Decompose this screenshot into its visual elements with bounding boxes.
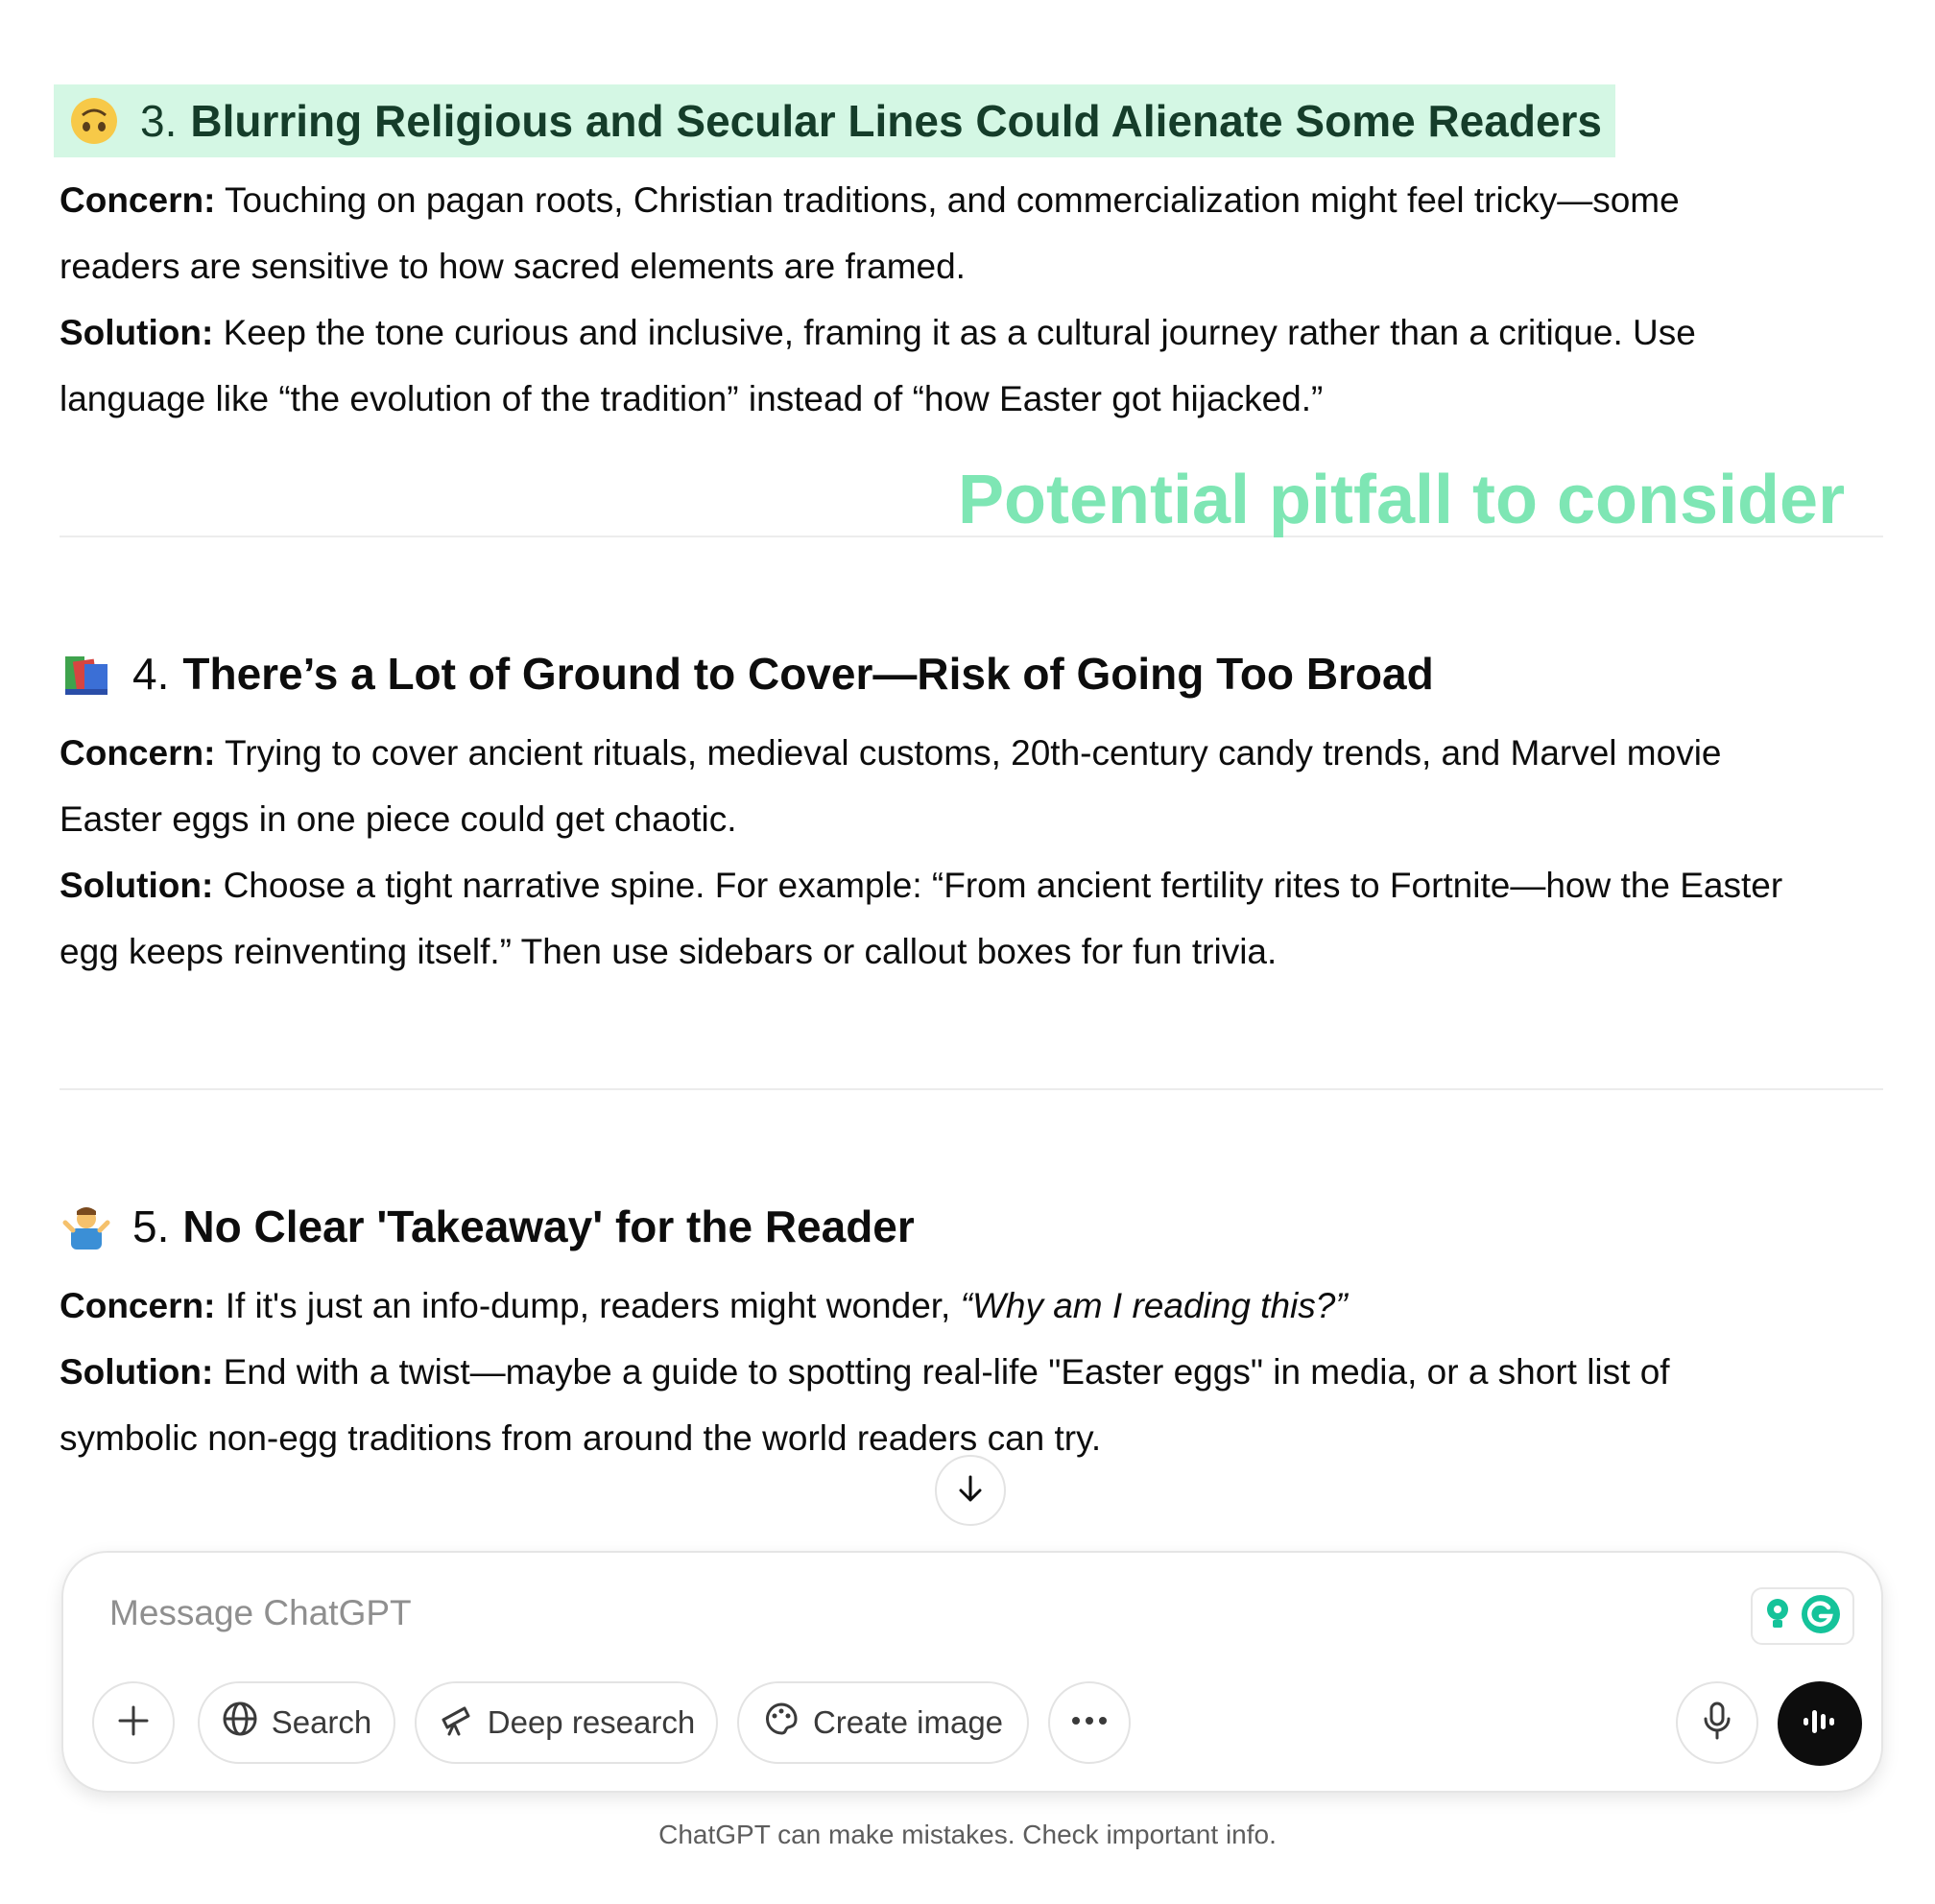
solution-paragraph: Solution: Keep the tone curious and incl… xyxy=(60,299,1883,432)
concern-label: Concern: xyxy=(60,733,216,773)
books-icon xyxy=(60,647,113,701)
section-number: 5. xyxy=(132,1202,170,1251)
voice-mode-button[interactable] xyxy=(1778,1681,1862,1766)
arrow-down-icon xyxy=(954,1472,987,1510)
upside-down-face-icon xyxy=(67,94,121,148)
concern-paragraph: Concern: Trying to cover ancient rituals… xyxy=(60,720,1883,852)
lightbulb-icon xyxy=(1763,1597,1792,1636)
concern-text: Touching on pagan roots, Christian tradi… xyxy=(225,180,1680,220)
search-label: Search xyxy=(271,1704,372,1740)
concern-text: If it's just an info-dump, readers might… xyxy=(225,1286,951,1325)
deep-research-label: Deep research xyxy=(487,1704,696,1740)
add-attachment-button[interactable] xyxy=(92,1681,175,1764)
person-shrugging-icon xyxy=(60,1200,113,1253)
concern-quote: “Why am I reading this?” xyxy=(960,1286,1348,1325)
globe-icon xyxy=(222,1701,258,1745)
section-3: 3. Blurring Religious and Secular Lines … xyxy=(54,84,1883,432)
concern-label: Concern: xyxy=(60,180,216,220)
deep-research-button[interactable]: Deep research xyxy=(415,1681,718,1764)
concern-label: Concern: xyxy=(60,1286,216,1325)
more-tools-button[interactable] xyxy=(1048,1681,1131,1764)
section-5-heading: 5. No Clear 'Takeaway' for the Reader xyxy=(60,1190,1883,1263)
section-5: 5. No Clear 'Takeaway' for the Reader Co… xyxy=(60,1190,1883,1471)
microphone-icon xyxy=(1701,1701,1733,1746)
concern-text: Trying to cover ancient rituals, medieva… xyxy=(225,733,1722,773)
section-title: Blurring Religious and Secular Lines Cou… xyxy=(190,96,1603,146)
concern-paragraph: Concern: If it's just an info-dump, read… xyxy=(60,1273,1883,1339)
annotation-label: Potential pitfall to consider xyxy=(958,462,1846,538)
disclaimer-text: ChatGPT can make mistakes. Check importa… xyxy=(658,1820,1277,1849)
voice-mode-icon xyxy=(1801,1704,1839,1744)
dictate-button[interactable] xyxy=(1676,1681,1758,1764)
solution-label: Solution: xyxy=(60,313,214,352)
solution-text-cont: egg keeps reinventing itself.” Then use … xyxy=(60,932,1278,971)
plus-icon xyxy=(116,1703,151,1743)
section-title: There’s a Lot of Ground to Cover—Risk of… xyxy=(182,649,1434,699)
palette-icon xyxy=(763,1701,800,1745)
ellipsis-icon xyxy=(1070,1714,1109,1731)
section-number: 4. xyxy=(132,649,170,699)
grammarly-widget[interactable] xyxy=(1751,1587,1854,1645)
concern-text-cont: readers are sensitive to how sacred elem… xyxy=(60,247,966,286)
concern-text-cont: Easter eggs in one piece could get chaot… xyxy=(60,799,737,839)
section-4: 4. There’s a Lot of Ground to Cover—Risk… xyxy=(60,637,1883,985)
solution-paragraph: Solution: End with a twist—maybe a guide… xyxy=(60,1339,1883,1471)
search-button[interactable]: Search xyxy=(198,1681,395,1764)
create-image-label: Create image xyxy=(812,1704,1004,1740)
section-3-heading: 3. Blurring Religious and Secular Lines … xyxy=(54,84,1616,157)
solution-text-cont: language like “the evolution of the trad… xyxy=(60,379,1324,418)
solution-label: Solution: xyxy=(60,1352,214,1392)
section-divider xyxy=(60,1088,1883,1090)
section-number: 3. xyxy=(140,96,178,146)
create-image-button[interactable]: Create image xyxy=(737,1681,1029,1764)
message-input[interactable]: Message ChatGPT xyxy=(109,1593,412,1633)
message-composer: Message ChatGPT Search Deep research Cre… xyxy=(61,1551,1883,1793)
grammarly-icon xyxy=(1800,1593,1842,1640)
section-title: No Clear 'Takeaway' for the Reader xyxy=(182,1202,915,1251)
solution-text: Keep the tone curious and inclusive, fra… xyxy=(223,313,1696,352)
solution-text-cont: symbolic non-egg traditions from around … xyxy=(60,1418,1102,1458)
solution-label: Solution: xyxy=(60,866,214,905)
solution-paragraph: Solution: Choose a tight narrative spine… xyxy=(60,852,1883,985)
section-4-heading: 4. There’s a Lot of Ground to Cover—Risk… xyxy=(60,637,1883,710)
concern-paragraph: Concern: Touching on pagan roots, Christ… xyxy=(60,167,1883,299)
telescope-icon xyxy=(438,1701,474,1745)
scroll-to-bottom-button[interactable] xyxy=(935,1455,1006,1526)
solution-text: Choose a tight narrative spine. For exam… xyxy=(223,866,1783,905)
solution-text: End with a twist—maybe a guide to spotti… xyxy=(223,1352,1670,1392)
